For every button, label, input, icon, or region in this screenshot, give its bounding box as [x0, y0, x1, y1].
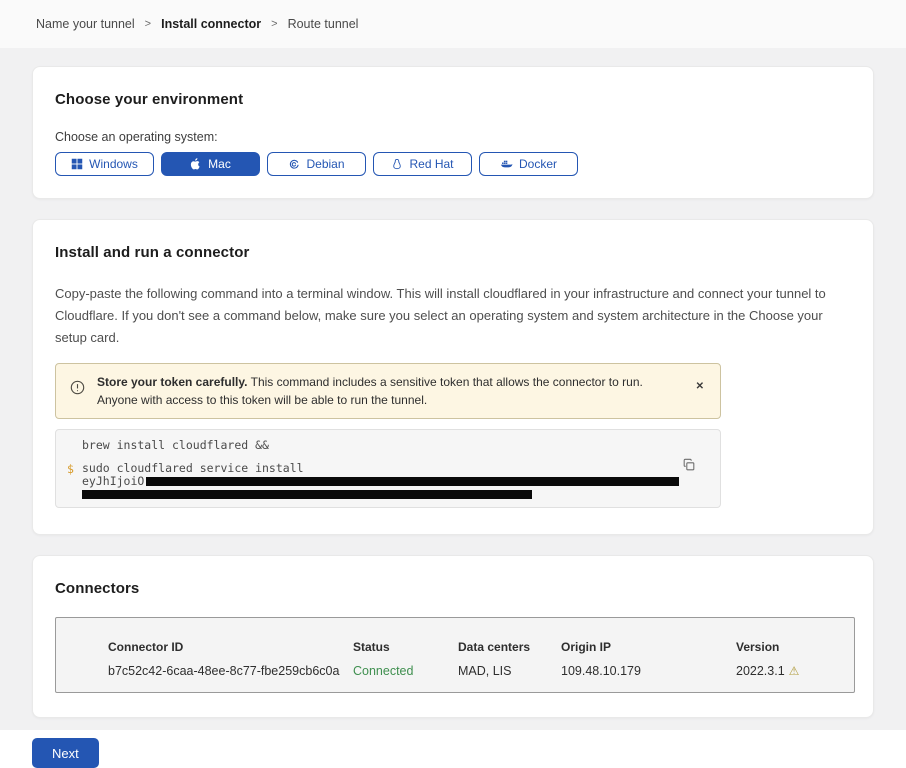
code-line-brew: brew install cloudflared && — [82, 439, 680, 452]
windows-icon — [71, 158, 83, 170]
breadcrumb: Name your tunnel > Install connector > R… — [36, 17, 358, 31]
connector-id-value: b7c52c42-6caa-48ee-8c77-fbe259cb6c0a — [108, 664, 353, 678]
install-card: Install and run a connector Copy-paste t… — [32, 219, 874, 535]
connectors-card: Connectors Connector ID Status Data cent… — [32, 555, 874, 718]
os-button-debian[interactable]: Debian — [267, 152, 366, 176]
chevron-separator-icon: > — [145, 18, 151, 30]
breadcrumb-install-connector[interactable]: Install connector — [161, 17, 261, 31]
page-content: Choose your environment Choose an operat… — [0, 48, 906, 730]
origin-ip-value: 109.48.10.179 — [561, 664, 736, 678]
shell-prompt: $ — [67, 462, 74, 476]
version-number: 2022.3.1 — [736, 664, 785, 678]
token-warning-callout: Store your token carefully. This command… — [55, 363, 721, 419]
os-button-windows[interactable]: Windows — [55, 152, 154, 176]
environment-card: Choose your environment Choose an operat… — [32, 66, 874, 199]
os-button-mac[interactable]: Mac — [161, 152, 260, 176]
redacted-token-bar — [82, 490, 532, 499]
connectors-card-title: Connectors — [55, 580, 851, 597]
connectors-table: Connector ID Status Data centers Origin … — [55, 617, 855, 693]
connectors-table-header: Connector ID Status Data centers Origin … — [108, 640, 854, 654]
data-centers-value: MAD, LIS — [458, 664, 561, 678]
debian-icon — [288, 158, 300, 170]
os-button-group: Windows Mac — [55, 152, 851, 176]
os-button-label: Red Hat — [409, 157, 453, 171]
column-header-connector-id: Connector ID — [108, 640, 353, 654]
os-button-label: Docker — [519, 157, 557, 171]
column-header-data-centers: Data centers — [458, 640, 561, 654]
environment-card-title: Choose your environment — [55, 91, 851, 108]
install-command-code-block: $ brew install cloudflared && sudo cloud… — [55, 429, 721, 508]
column-header-version: Version — [736, 640, 854, 654]
os-button-label: Windows — [89, 157, 138, 171]
apple-icon — [190, 158, 202, 170]
status-badge: Connected — [353, 664, 458, 678]
copy-icon[interactable] — [680, 456, 698, 477]
os-button-docker[interactable]: Docker — [479, 152, 578, 176]
install-card-title: Install and run a connector — [55, 244, 851, 261]
code-line-service-install: sudo cloudflared service install — [82, 462, 680, 475]
chevron-separator-icon: > — [271, 18, 277, 30]
token-warning-title: Store your token carefully. — [97, 375, 248, 389]
breadcrumb-route-tunnel[interactable]: Route tunnel — [288, 17, 359, 31]
os-button-redhat[interactable]: Red Hat — [373, 152, 472, 176]
code-line-token: eyJhIjoiO — [82, 475, 680, 488]
next-button[interactable]: Next — [32, 738, 99, 768]
os-select-label: Choose an operating system: — [55, 130, 851, 144]
redacted-token-bar — [146, 477, 679, 486]
token-warning-text: Store your token carefully. This command… — [85, 371, 690, 411]
column-header-origin-ip: Origin IP — [561, 640, 736, 654]
docker-icon — [500, 158, 513, 170]
close-icon[interactable]: ✕ — [690, 371, 710, 402]
alert-circle-icon — [70, 380, 85, 400]
table-row: b7c52c42-6caa-48ee-8c77-fbe259cb6c0a Con… — [108, 664, 854, 678]
os-button-label: Mac — [208, 157, 231, 171]
os-button-label: Debian — [306, 157, 344, 171]
version-warning-icon: ⚠ — [789, 664, 800, 678]
breadcrumb-bar: Name your tunnel > Install connector > R… — [0, 0, 906, 48]
version-value: 2022.3.1 ⚠ — [736, 664, 854, 678]
install-description: Copy-paste the following command into a … — [55, 283, 851, 349]
redhat-icon — [391, 158, 403, 170]
column-header-status: Status — [353, 640, 458, 654]
breadcrumb-name-your-tunnel[interactable]: Name your tunnel — [36, 17, 135, 31]
token-prefix: eyJhIjoiO — [82, 475, 144, 488]
